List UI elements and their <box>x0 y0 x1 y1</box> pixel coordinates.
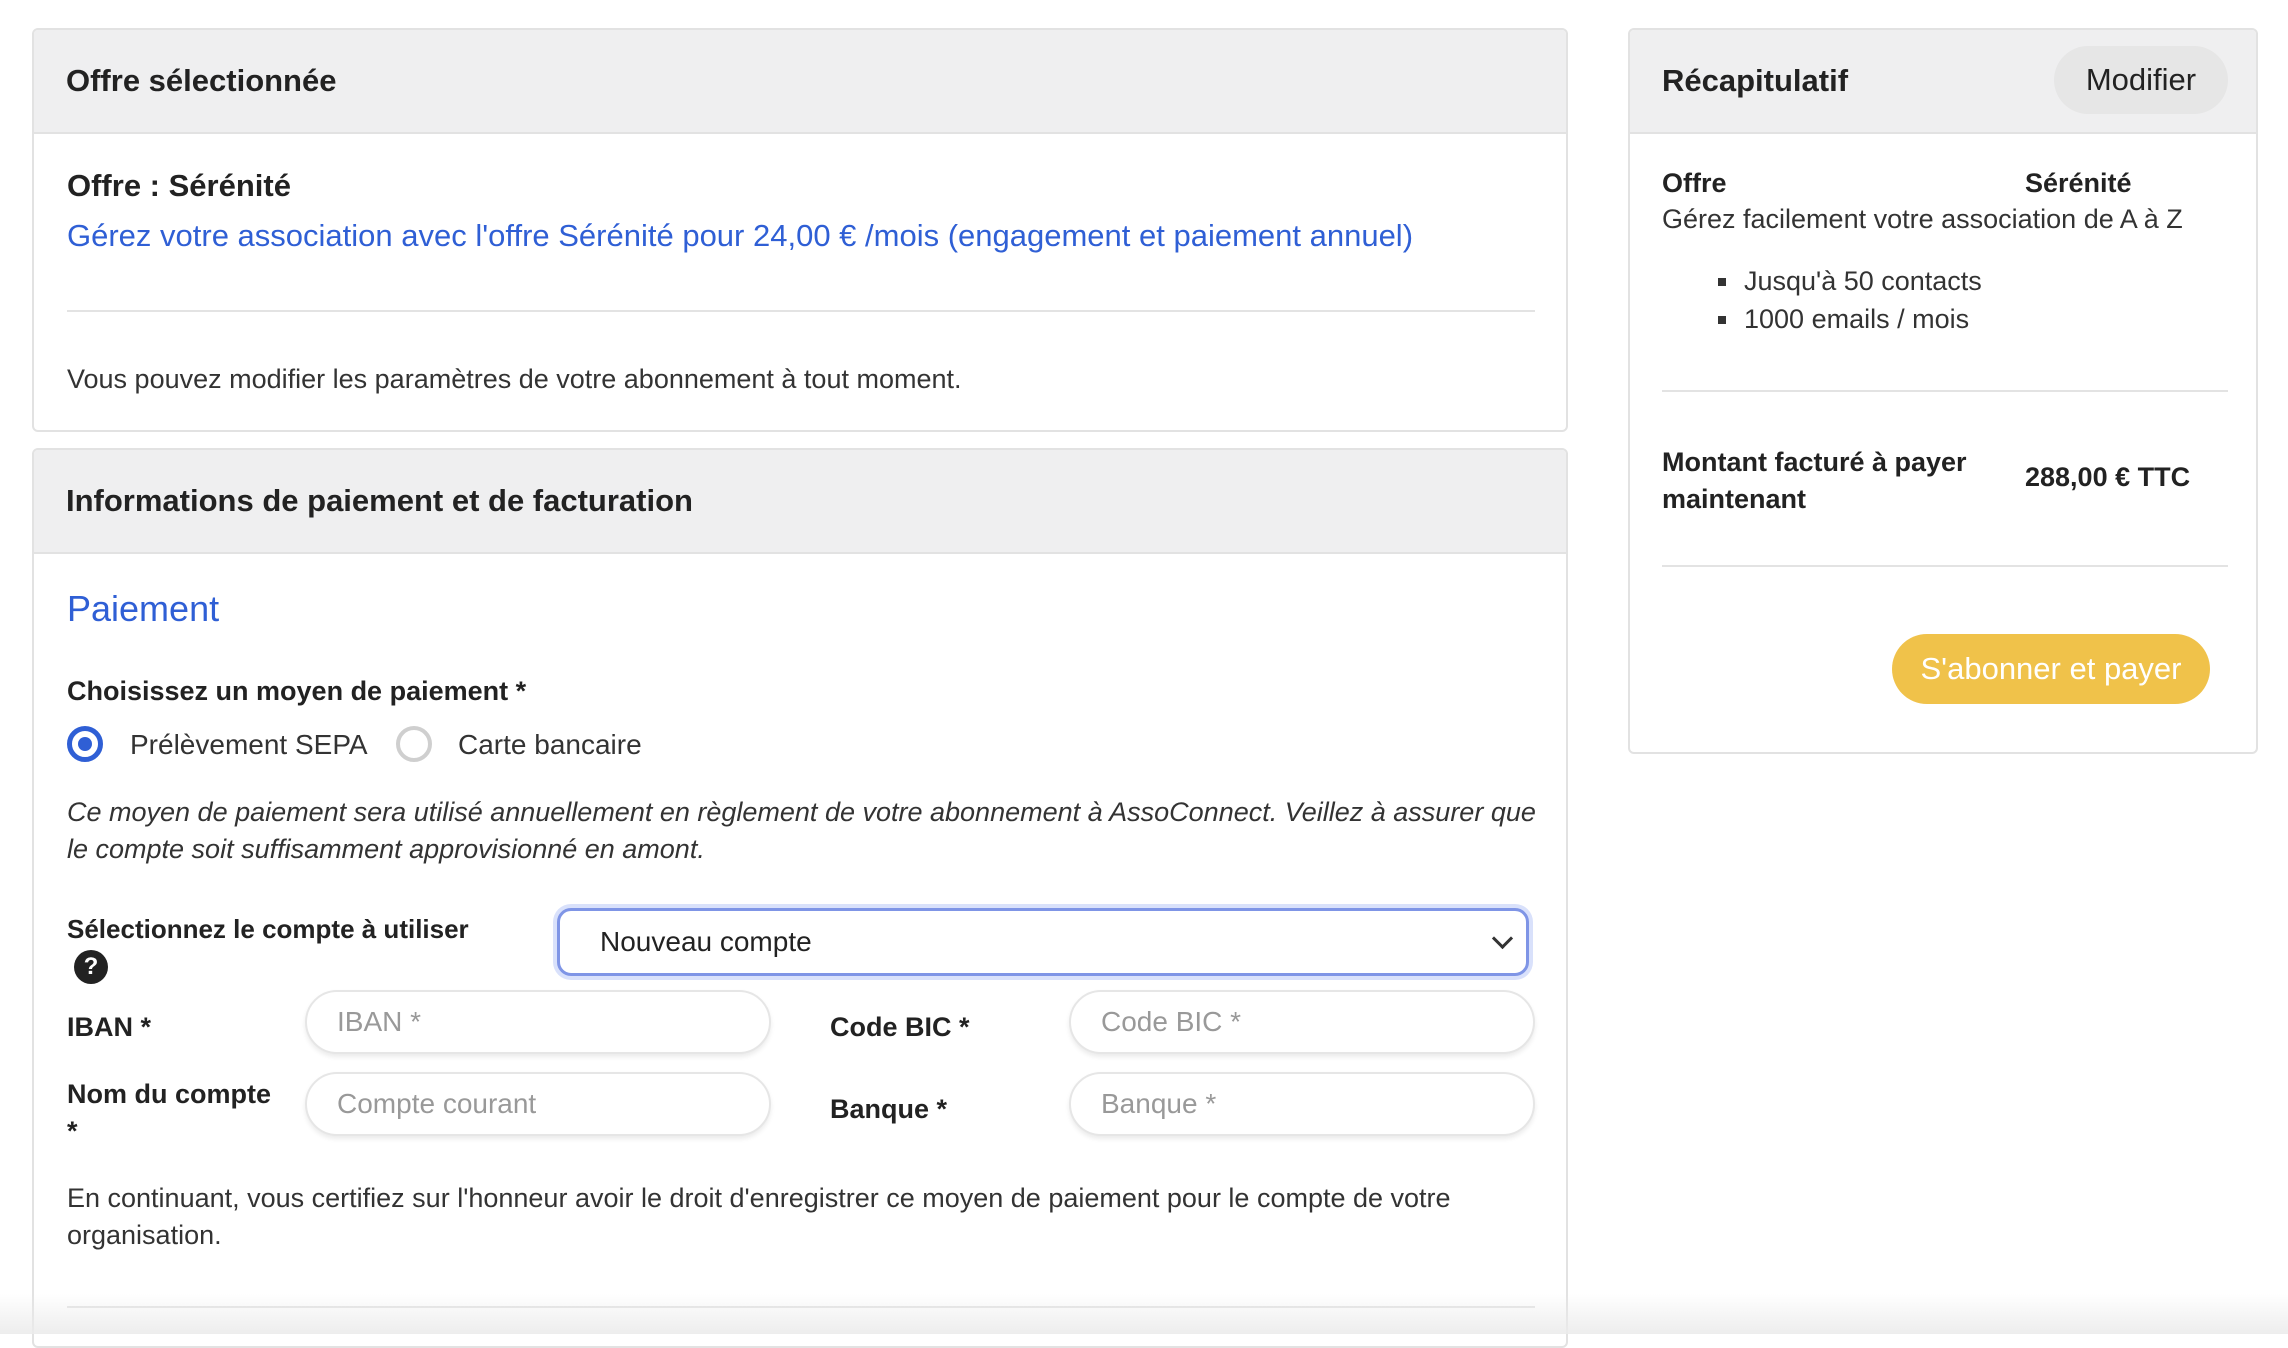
summary-divider-2 <box>1662 565 2228 567</box>
bank-label: Banque * <box>830 1094 948 1124</box>
offer-description: Gérez votre association avec l'offre Sér… <box>67 218 1414 253</box>
iban-label: IBAN * <box>67 1012 152 1042</box>
feature-item: 1000 emails / mois <box>1718 300 1982 338</box>
bic-label: Code BIC * <box>830 1012 970 1042</box>
bottom-fade <box>0 1294 2288 1334</box>
payment-card: Informations de paiement et de facturati… <box>32 448 1568 1348</box>
bic-input[interactable] <box>1069 990 1535 1054</box>
feature-list: Jusqu'à 50 contacts 1000 emails / mois <box>1718 262 1982 338</box>
summary-offer-value: Sérénité <box>2025 168 2132 198</box>
consent-text: En continuant, vous certifiez sur l'honn… <box>67 1183 1451 1250</box>
summary-offer-label: Offre <box>1662 168 1727 198</box>
summary-card: Récapitulatif Modifier Offre Sérénité Gé… <box>1628 28 2258 754</box>
account-select-label: Sélectionnez le compte à utiliser <box>67 914 469 944</box>
offer-name: Offre : Sérénité <box>67 168 291 203</box>
summary-card-title: Récapitulatif <box>1662 63 1849 98</box>
amount-value: 288,00 € TTC <box>2025 462 2191 492</box>
payment-section-title: Paiement <box>67 588 220 629</box>
offer-card-title: Offre sélectionnée <box>34 30 1566 134</box>
offer-card: Offre sélectionnée Offre : Sérénité Gére… <box>32 28 1568 432</box>
card-radio-label[interactable]: Carte bancaire <box>458 729 642 761</box>
payment-method-note: Ce moyen de paiement sera utilisé annuel… <box>67 797 1536 864</box>
offer-divider <box>67 310 1535 312</box>
account-select[interactable]: Nouveau compte <box>557 908 1529 976</box>
summary-offer-tagline: Gérez facilement votre association de A … <box>1662 204 2183 234</box>
iban-input[interactable] <box>305 990 771 1054</box>
payment-card-title: Informations de paiement et de facturati… <box>34 450 1566 554</box>
offer-note: Vous pouvez modifier les paramètres de v… <box>67 364 962 394</box>
account-name-label: Nom du compte * <box>67 1079 272 1146</box>
sepa-radio[interactable] <box>67 726 103 762</box>
feature-item: Jusqu'à 50 contacts <box>1718 262 1982 300</box>
help-icon[interactable]: ? <box>74 950 108 984</box>
account-name-input[interactable] <box>305 1072 771 1136</box>
account-select-value: Nouveau compte <box>600 926 812 957</box>
subscribe-pay-button[interactable]: S'abonner et payer <box>1892 634 2210 704</box>
card-radio[interactable] <box>396 726 432 762</box>
payment-method-label: Choisissez un moyen de paiement * <box>67 676 527 706</box>
summary-divider-1 <box>1662 390 2228 392</box>
chevron-down-icon <box>1491 927 1514 950</box>
modify-button[interactable]: Modifier <box>2054 46 2228 114</box>
sepa-radio-label[interactable]: Prélèvement SEPA <box>130 729 368 761</box>
amount-label: Montant facturé à payer maintenant <box>1662 447 1967 514</box>
bank-input[interactable] <box>1069 1072 1535 1136</box>
